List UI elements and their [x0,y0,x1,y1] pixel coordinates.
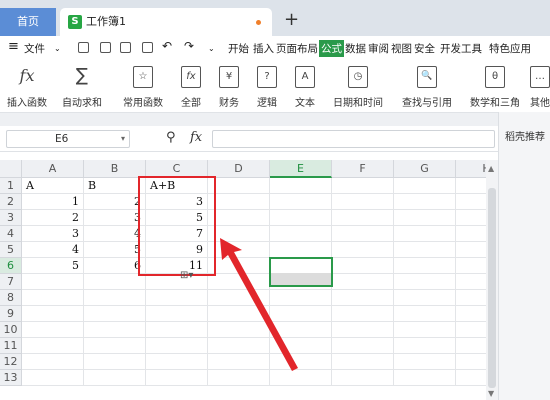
sigma-icon: ∑ [72,66,92,88]
all-functions-label: 全部 [181,98,201,109]
name-box-value: E6 [55,133,69,145]
menu-special-apps[interactable]: 特色应用 [489,41,531,56]
common-functions-label: 常用函数 [123,98,163,109]
fx-book-icon: fx [181,66,201,88]
lookup-reference-label: 查找与引用 [402,98,452,109]
math-book-icon: θ [485,66,505,88]
auto-sum-label: 自动求和 [62,98,102,109]
annotation-arrow-shape [220,238,298,371]
hamburger-menu-icon[interactable]: ≡ [8,39,19,54]
name-box-dropdown-icon[interactable]: ▾ [121,131,125,147]
formula-bar: E6 ▾ ⚲ fx [0,126,498,152]
auto-sum-button[interactable]: ∑ 自动求和 [58,66,106,109]
all-functions-button[interactable]: fx 全部 [174,66,208,109]
fx-icon: fx [17,66,37,88]
customize-chevron-icon[interactable]: ⌄ [208,44,215,53]
math-trig-label: 数学和三角 [470,98,520,109]
menu-view[interactable]: 视图 [391,41,412,56]
scroll-down-icon[interactable]: ▼ [488,389,494,398]
logical-button[interactable]: ? 逻辑 [250,66,284,109]
print-preview-icon[interactable] [142,42,153,53]
menu-security[interactable]: 安全 [414,41,435,56]
math-trig-button[interactable]: θ 数学和三角 [464,66,526,109]
other-functions-label: 其他 [530,98,550,109]
export-pdf-icon[interactable] [100,42,111,53]
print-icon[interactable] [120,42,131,53]
text-functions-label: 文本 [295,98,315,109]
tab-bar: 首页 S 工作簿1 + [0,0,550,36]
search-book-icon: 🔍 [417,66,437,88]
more-book-icon: … [530,66,550,88]
insert-function-button[interactable]: fx 插入函数 [6,66,48,109]
menu-review[interactable]: 审阅 [368,41,389,56]
tab-workbook[interactable]: S 工作簿1 [60,8,272,36]
spreadsheet-logo-icon: S [68,15,82,29]
unsaved-dot-icon [256,20,261,25]
date-time-button[interactable]: ◷ 日期和时间 [326,66,390,109]
menu-start[interactable]: 开始 [228,41,249,56]
menu-page-layout[interactable]: 页面布局 [276,41,318,56]
formula-ribbon: fx 插入函数 ∑ 自动求和 ☆ 常用函数 fx 全部 ¥ 财务 ? 逻辑 A … [0,62,550,112]
spreadsheet-grid: ABCDEFGH 12345678910111213 ABA+B12323534… [0,152,486,400]
side-panel: 稻壳推荐 [498,112,550,400]
vertical-scrollbar[interactable]: ▲ ▼ [486,160,498,400]
tab-home[interactable]: 首页 [0,8,56,36]
common-functions-button[interactable]: ☆ 常用函数 [116,66,170,109]
zoom-search-icon[interactable]: ⚲ [166,130,176,145]
menu-data[interactable]: 数据 [345,41,366,56]
fx-icon[interactable]: fx [190,130,202,145]
scroll-up-icon[interactable]: ▲ [488,164,494,173]
redo-icon[interactable]: ↷ [184,39,194,53]
menu-insert[interactable]: 插入 [253,41,274,56]
star-function-icon: ☆ [133,66,153,88]
new-tab-button[interactable]: + [284,9,299,30]
insert-function-label: 插入函数 [7,98,47,109]
menu-file[interactable]: 文件 [24,41,45,56]
financial-button[interactable]: ¥ 财务 [212,66,246,109]
logical-label: 逻辑 [257,98,277,109]
tab-title: 工作簿1 [86,15,126,28]
name-box[interactable]: E6 ▾ [6,130,130,148]
yen-book-icon: ¥ [219,66,239,88]
toolbar-divider [0,112,550,126]
undo-icon[interactable]: ↶ [162,39,172,53]
text-functions-button[interactable]: A 文本 [288,66,322,109]
question-book-icon: ? [257,66,277,88]
lookup-reference-button[interactable]: 🔍 查找与引用 [396,66,458,109]
menu-developer[interactable]: 开发工具 [440,41,482,56]
text-book-icon: A [295,66,315,88]
save-icon[interactable] [78,42,89,53]
menu-formulas[interactable]: 公式 [319,40,344,57]
side-panel-title[interactable]: 稻壳推荐 [505,128,545,143]
financial-label: 财务 [219,98,239,109]
menu-bar: ≡ 文件 ⌄ ↶ ↷ ⌄ 开始 插入 页面布局 公式 数据 审阅 视图 安全 开… [0,36,550,62]
date-time-label: 日期和时间 [333,98,383,109]
scroll-thumb[interactable] [488,188,496,388]
other-functions-button[interactable]: … 其他 [530,66,550,109]
chevron-down-icon[interactable]: ⌄ [54,44,61,53]
formula-input[interactable] [212,130,495,148]
annotation-arrow [220,238,298,371]
clock-book-icon: ◷ [348,66,368,88]
